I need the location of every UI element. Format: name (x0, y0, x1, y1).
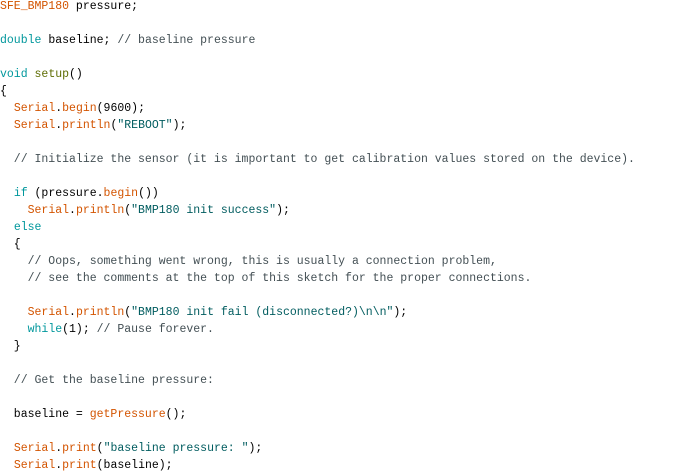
code-line[interactable]: Serial.println("REBOOT"); (0, 117, 676, 134)
code-line[interactable]: void setup() (0, 66, 676, 83)
code-token: "BMP180 init fail (disconnected?)\n\n" (131, 306, 394, 319)
code-token: } (0, 340, 21, 353)
code-line[interactable]: Serial.print("baseline pressure: "); (0, 440, 676, 457)
code-line[interactable]: // Initialize the sensor (it is importan… (0, 151, 676, 168)
code-line[interactable]: // Get the baseline pressure: (0, 372, 676, 389)
code-token: SFE_BMP180 (0, 0, 70, 13)
code-token: print (62, 459, 97, 472)
code-line[interactable]: while(1); // Pause forever. (0, 321, 676, 338)
code-line[interactable]: Serial.println("BMP180 init fail (discon… (0, 304, 676, 321)
code-token: ); (393, 306, 408, 319)
code-token: ); (172, 119, 187, 132)
code-token: pressure; (69, 0, 139, 13)
code-token: "BMP180 init success" (131, 204, 277, 217)
code-token: // Initialize the sensor (it is importan… (0, 153, 635, 166)
code-line[interactable]: // Oops, something went wrong, this is u… (0, 253, 676, 270)
code-line[interactable]: Serial.println("BMP180 init success"); (0, 202, 676, 219)
code-token: // see the comments at the top of this s… (0, 272, 532, 285)
code-editor[interactable]: SFE_BMP180 pressure; double baseline; // … (0, 0, 676, 474)
code-token: Serial (13, 459, 56, 472)
code-line[interactable]: baseline = getPressure(); (0, 406, 676, 423)
code-token: println (75, 306, 125, 319)
code-line[interactable]: { (0, 236, 676, 253)
code-token: Serial (27, 204, 70, 217)
code-token: "REBOOT" (117, 119, 173, 132)
code-token: (9600); (96, 102, 145, 115)
code-token: (pressure. (27, 187, 104, 200)
code-token: (); (165, 408, 187, 421)
code-line[interactable] (0, 134, 676, 151)
code-line[interactable] (0, 168, 676, 185)
code-token: double (0, 34, 42, 47)
code-token: () (69, 68, 83, 81)
code-token: // baseline pressure (117, 34, 256, 47)
code-token: setup (34, 68, 70, 81)
code-line[interactable]: else (0, 219, 676, 236)
code-token: // Oops, something went wrong, this is u… (0, 255, 497, 268)
code-token: ( (96, 442, 104, 455)
code-token: println (75, 204, 125, 217)
code-token: while (27, 323, 63, 336)
code-token: Serial (27, 306, 70, 319)
code-token: baseline = (0, 408, 90, 421)
code-line[interactable]: } (0, 338, 676, 355)
code-token: . (69, 204, 76, 217)
code-line[interactable] (0, 423, 676, 440)
code-token: if (13, 187, 28, 200)
code-token: // Pause forever. (96, 323, 214, 336)
code-line[interactable]: double baseline; // baseline pressure (0, 32, 676, 49)
code-line[interactable]: { (0, 83, 676, 100)
code-line[interactable]: Serial.print(baseline); (0, 457, 676, 474)
code-token: begin (62, 102, 97, 115)
code-token: (baseline); (96, 459, 173, 472)
code-line[interactable] (0, 49, 676, 66)
code-token: begin (103, 187, 139, 200)
code-token: print (62, 442, 97, 455)
code-token: // Get the baseline pressure: (0, 374, 214, 387)
code-line[interactable]: // see the comments at the top of this s… (0, 270, 676, 287)
code-line[interactable]: Serial.begin(9600); (0, 100, 676, 117)
code-line[interactable] (0, 389, 676, 406)
code-token: Serial (13, 442, 56, 455)
code-token: Serial (13, 102, 56, 115)
code-token: else (13, 221, 42, 234)
code-token: void (0, 68, 28, 81)
code-line[interactable] (0, 15, 676, 32)
code-token: ); (248, 442, 263, 455)
code-line[interactable] (0, 287, 676, 304)
code-token: ); (276, 204, 290, 217)
code-token: { (0, 85, 7, 98)
code-line[interactable]: SFE_BMP180 pressure; (0, 0, 676, 15)
code-token: baseline; (41, 34, 118, 47)
code-token: Serial (13, 119, 56, 132)
code-line[interactable] (0, 355, 676, 372)
code-token: { (0, 238, 21, 251)
code-token: println (62, 119, 111, 132)
code-token: ()) (138, 187, 159, 200)
code-token: . (69, 306, 76, 319)
code-line[interactable]: if (pressure.begin()) (0, 185, 676, 202)
code-token: (1); (62, 323, 97, 336)
code-token: getPressure (89, 408, 166, 421)
code-token: "baseline pressure: " (103, 442, 249, 455)
